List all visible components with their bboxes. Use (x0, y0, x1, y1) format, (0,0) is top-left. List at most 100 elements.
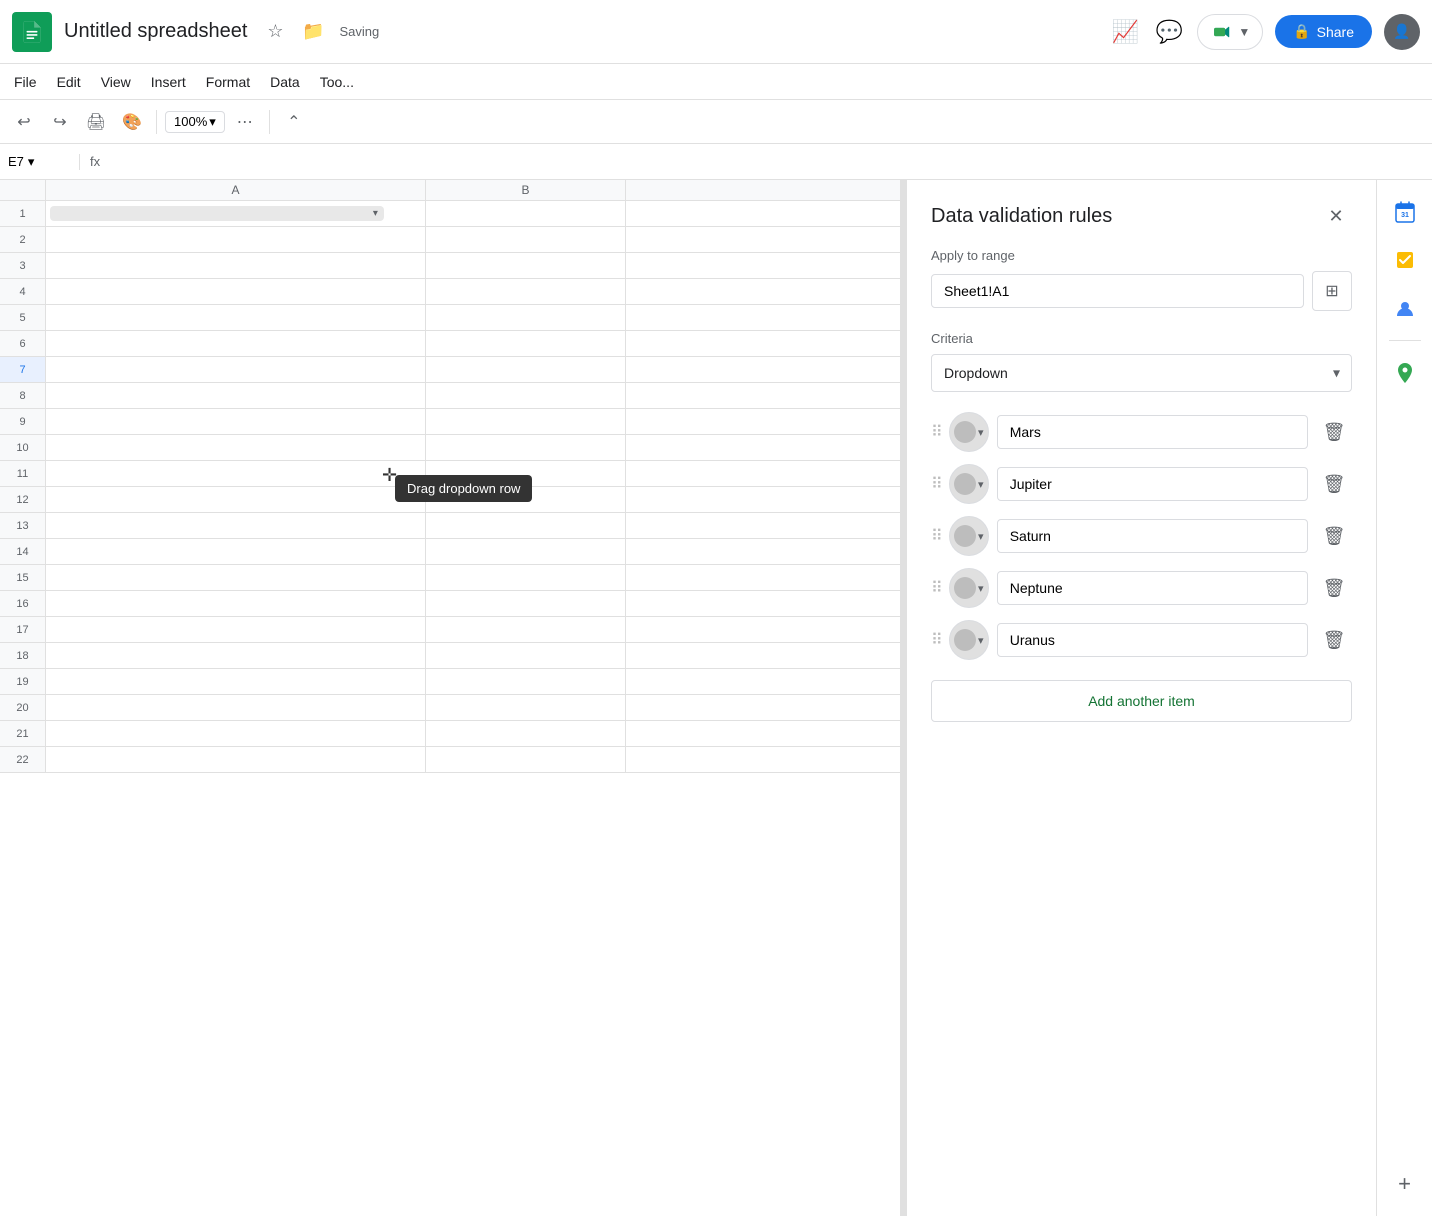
cell-a3[interactable] (46, 253, 426, 278)
folder-button[interactable]: 📁 (297, 16, 329, 48)
tasks-sidebar-button[interactable] (1385, 240, 1425, 280)
print-button[interactable]: 🖨 (80, 106, 112, 138)
comments-button[interactable]: 💬 (1153, 16, 1185, 48)
dropdown-cell[interactable]: ▾ (50, 206, 384, 221)
dropdown-item-input-3[interactable] (997, 519, 1308, 553)
menu-view[interactable]: View (91, 70, 141, 94)
cell-a7[interactable] (46, 357, 426, 382)
cell-reference[interactable]: E7 ▾ (0, 154, 80, 170)
star-button[interactable]: ☆ (259, 16, 291, 48)
cell-a11[interactable] (46, 461, 426, 486)
cell-a9[interactable] (46, 409, 426, 434)
cell-a5[interactable] (46, 305, 426, 330)
drag-handle-icon[interactable]: ⠿ (931, 526, 941, 546)
cell-a4[interactable] (46, 279, 426, 304)
cell-b12[interactable] (426, 487, 626, 512)
dropdown-item-input-1[interactable] (997, 415, 1308, 449)
cell-a16[interactable] (46, 591, 426, 616)
cell-a17[interactable] (46, 617, 426, 642)
cell-b16[interactable] (426, 591, 626, 616)
color-picker-button-4[interactable]: ▾ (949, 568, 989, 608)
delete-item-button-1[interactable]: 🗑 (1316, 414, 1352, 450)
delete-item-button-3[interactable]: 🗑 (1316, 518, 1352, 554)
cell-b11[interactable] (426, 461, 626, 486)
calendar-sidebar-button[interactable]: 31 (1385, 192, 1425, 232)
color-picker-button-1[interactable]: ▾ (949, 412, 989, 452)
cell-b9[interactable] (426, 409, 626, 434)
delete-item-button-4[interactable]: 🗑 (1316, 570, 1352, 606)
cell-b8[interactable] (426, 383, 626, 408)
cell-a22[interactable] (46, 747, 426, 772)
cell-b10[interactable] (426, 435, 626, 460)
collapse-button[interactable]: ⌃ (278, 106, 310, 138)
cell-b6[interactable] (426, 331, 626, 356)
cell-a15[interactable] (46, 565, 426, 590)
add-another-item-button[interactable]: Add another item (931, 680, 1352, 722)
color-picker-button-3[interactable]: ▾ (949, 516, 989, 556)
col-header-a[interactable]: A (46, 180, 426, 200)
cell-b21[interactable] (426, 721, 626, 746)
cell-a14[interactable] (46, 539, 426, 564)
drag-handle-icon[interactable]: ⠿ (931, 474, 941, 494)
col-header-b[interactable]: B (426, 180, 626, 200)
cell-a21[interactable] (46, 721, 426, 746)
maps-sidebar-button[interactable] (1385, 353, 1425, 393)
cell-a6[interactable] (46, 331, 426, 356)
color-picker-button-5[interactable]: ▾ (949, 620, 989, 660)
menu-file[interactable]: File (4, 70, 47, 94)
criteria-select[interactable]: Dropdown Dropdown (from a range) Checkbo… (931, 354, 1352, 392)
cell-a10[interactable] (46, 435, 426, 460)
dropdown-item-input-2[interactable] (997, 467, 1308, 501)
cell-b13[interactable] (426, 513, 626, 538)
cell-b5[interactable] (426, 305, 626, 330)
cell-b4[interactable] (426, 279, 626, 304)
paint-format-button[interactable]: 🎨 (116, 106, 148, 138)
cell-b1[interactable] (426, 201, 626, 226)
color-picker-button-2[interactable]: ▾ (949, 464, 989, 504)
cell-b22[interactable] (426, 747, 626, 772)
cell-a18[interactable] (46, 643, 426, 668)
meet-button[interactable]: ▼ (1197, 14, 1263, 50)
cell-a2[interactable] (46, 227, 426, 252)
trend-button[interactable]: 📈 (1109, 16, 1141, 48)
menu-format[interactable]: Format (196, 70, 260, 94)
formula-input[interactable] (110, 154, 1432, 169)
contacts-sidebar-button[interactable] (1385, 288, 1425, 328)
cell-b14[interactable] (426, 539, 626, 564)
cell-a13[interactable] (46, 513, 426, 538)
document-title[interactable]: Untitled spreadsheet (64, 20, 247, 43)
add-sidebar-button[interactable]: + (1385, 1164, 1425, 1204)
dropdown-item-input-4[interactable] (997, 571, 1308, 605)
menu-tools[interactable]: Too... (310, 70, 364, 94)
cell-b15[interactable] (426, 565, 626, 590)
drag-handle-icon[interactable]: ⠿ (931, 578, 941, 598)
dropdown-item-input-5[interactable] (997, 623, 1308, 657)
range-input[interactable] (931, 274, 1304, 308)
cell-b19[interactable] (426, 669, 626, 694)
undo-button[interactable]: ↩ (8, 106, 40, 138)
cell-a20[interactable] (46, 695, 426, 720)
menu-insert[interactable]: Insert (141, 70, 196, 94)
cell-a12[interactable] (46, 487, 426, 512)
cell-b18[interactable] (426, 643, 626, 668)
cell-a8[interactable] (46, 383, 426, 408)
close-panel-button[interactable]: ✕ (1320, 200, 1352, 232)
cell-a19[interactable] (46, 669, 426, 694)
cell-b20[interactable] (426, 695, 626, 720)
cell-b7[interactable] (426, 357, 626, 382)
drag-handle-icon[interactable]: ⠿ (931, 630, 941, 650)
redo-button[interactable]: ↪ (44, 106, 76, 138)
delete-item-button-2[interactable]: 🗑 (1316, 466, 1352, 502)
menu-edit[interactable]: Edit (47, 70, 91, 94)
menu-data[interactable]: Data (260, 70, 310, 94)
user-avatar[interactable]: 👤 (1384, 14, 1420, 50)
cell-b2[interactable] (426, 227, 626, 252)
share-button[interactable]: 🔒 Share (1275, 15, 1372, 48)
zoom-control[interactable]: 100% ▾ (165, 111, 225, 133)
cell-b17[interactable] (426, 617, 626, 642)
cell-a1[interactable]: ▾ (46, 201, 426, 226)
more-button[interactable]: ⋯ (229, 106, 261, 138)
drag-handle-icon[interactable]: ⠿ (931, 422, 941, 442)
grid-selector-button[interactable]: ⊞ (1312, 271, 1352, 311)
cell-b3[interactable] (426, 253, 626, 278)
